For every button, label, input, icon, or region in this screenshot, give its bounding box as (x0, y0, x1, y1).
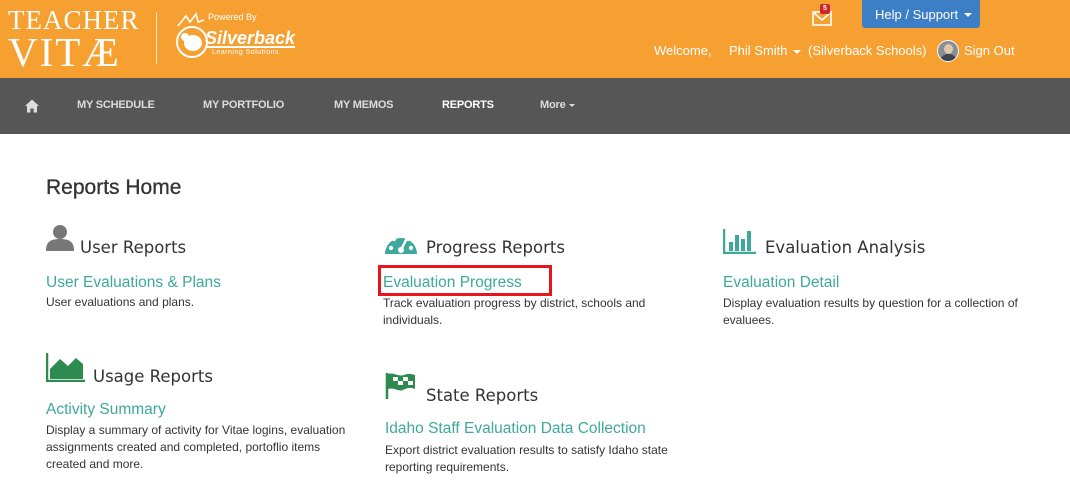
nav-more-label: More (540, 99, 566, 111)
section-title: Usage Reports (93, 367, 213, 386)
unread-count-badge: 5 (820, 4, 830, 14)
nav-more-dropdown[interactable]: More (540, 99, 576, 111)
chevron-down-icon (569, 103, 576, 107)
section-title: State Reports (426, 386, 539, 405)
nav-reports[interactable]: REPORTS (442, 99, 494, 111)
area-chart-icon (45, 352, 86, 387)
section-description: Display a summary of activity for Vitae … (46, 423, 346, 471)
avatar-head (944, 44, 953, 54)
chevron-down-icon (964, 13, 973, 18)
section-evaluation-analysis: Evaluation Analysis Evaluation Detail Di… (722, 228, 1043, 328)
activity-summary-link[interactable]: Activity Summary (46, 401, 166, 419)
help-support-dropdown[interactable]: Help / Support (862, 0, 980, 28)
messages-button[interactable]: 5 (812, 4, 834, 26)
section-title: Evaluation Analysis (765, 238, 926, 257)
section-title: User Reports (80, 238, 187, 257)
section-description: Export district evaluation results to sa… (385, 443, 668, 474)
section-description: Display evaluation results by question f… (723, 296, 1018, 327)
section-usage-reports: Usage Reports Activity Summary Display a… (45, 352, 356, 482)
idaho-staff-evaluation-link[interactable]: Idaho Staff Evaluation Data Collection (385, 420, 646, 438)
flag-icon (385, 372, 417, 405)
user-bar: Welcome, Phil Smith (Silverback Schools)… (0, 40, 1070, 62)
section-state-reports: State Reports Idaho Staff Evaluation Dat… (385, 372, 705, 484)
school-name: (Silverback Schools) (808, 43, 927, 58)
page-title: Reports Home (46, 176, 182, 199)
evaluation-detail-link[interactable]: Evaluation Detail (723, 274, 839, 292)
user-name: Phil Smith (729, 43, 788, 58)
avatar[interactable] (937, 40, 959, 62)
chevron-down-icon (792, 49, 801, 54)
evaluation-progress-link[interactable]: Evaluation Progress (383, 274, 522, 292)
top-header: TEACHER VITÆ Powered By Silverback Learn… (0, 0, 1070, 78)
section-user-reports: User Reports User Evaluations & Plans Us… (46, 224, 346, 309)
bar-chart-icon (722, 228, 757, 259)
powered-by-label: Powered By (208, 12, 257, 22)
section-title: Progress Reports (426, 238, 565, 257)
main-nav: MY SCHEDULE MY PORTFOLIO MY MEMOS REPORT… (0, 78, 1070, 134)
nav-my-schedule[interactable]: MY SCHEDULE (77, 99, 155, 111)
user-evaluations-plans-link[interactable]: User Evaluations & Plans (46, 274, 221, 292)
sign-out-link[interactable]: Sign Out (964, 43, 1015, 58)
section-progress-reports: Progress Reports Evaluation Progress Tra… (383, 228, 703, 328)
nav-my-portfolio[interactable]: MY PORTFOLIO (203, 99, 284, 111)
welcome-label: Welcome, (654, 43, 712, 58)
nav-my-memos[interactable]: MY MEMOS (334, 99, 394, 111)
user-menu[interactable]: Phil Smith (729, 43, 801, 58)
section-description: Track evaluation progress by district, s… (383, 296, 646, 327)
help-support-label: Help / Support (875, 6, 959, 22)
home-icon[interactable] (24, 98, 40, 114)
dashboard-icon (383, 228, 419, 261)
user-icon (46, 224, 74, 257)
avatar-body (940, 54, 957, 61)
section-description: User evaluations and plans. (46, 295, 195, 309)
